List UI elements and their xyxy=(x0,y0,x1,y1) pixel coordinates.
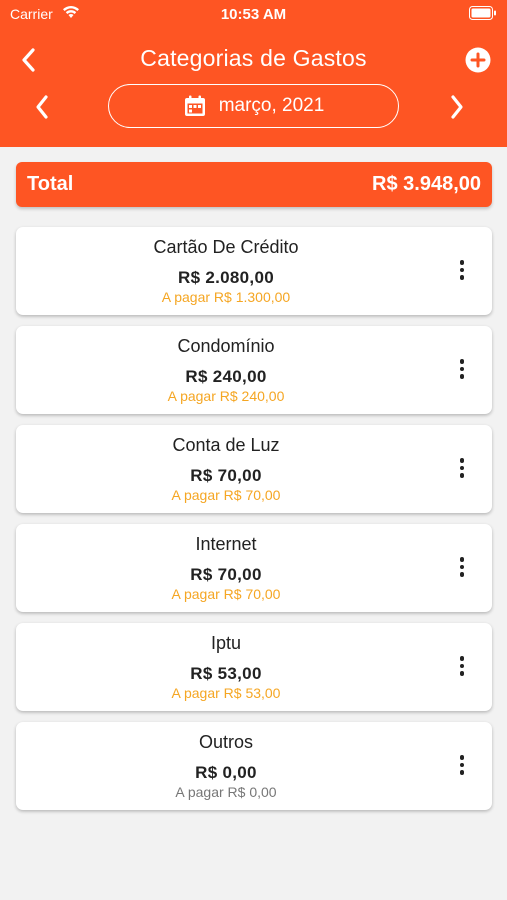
category-amount: R$ 53,00 xyxy=(190,664,262,683)
category-name: Iptu xyxy=(210,633,242,653)
dot-icon xyxy=(459,564,465,569)
dot-icon xyxy=(459,275,465,280)
category-name: Internet xyxy=(195,534,257,554)
more-options-button[interactable] xyxy=(458,557,466,579)
dot-icon xyxy=(459,557,465,562)
previous-month-button[interactable] xyxy=(28,92,56,122)
category-pending: A pagar R$ 70,00 xyxy=(171,586,281,602)
category-pending: A pagar R$ 0,00 xyxy=(175,784,277,800)
dot-icon xyxy=(459,572,465,577)
category-name: Condomínio xyxy=(177,336,275,356)
category-card[interactable]: Conta de Luz R$ 70,00 A pagar R$ 70,00 xyxy=(16,425,492,513)
more-options-button[interactable] xyxy=(458,656,466,678)
app-header: Carrier 10:53 AM Categorias de Gastos ma… xyxy=(0,0,507,147)
category-pending: A pagar R$ 1.300,00 xyxy=(161,289,291,305)
category-pending: A pagar R$ 53,00 xyxy=(171,685,281,701)
category-name: Conta de Luz xyxy=(172,435,280,455)
dot-icon xyxy=(459,755,465,760)
category-name: Outros xyxy=(198,732,254,752)
dot-icon xyxy=(459,671,465,676)
category-card[interactable]: Internet R$ 70,00 A pagar R$ 70,00 xyxy=(16,524,492,612)
dot-icon xyxy=(459,260,465,265)
dot-icon xyxy=(459,473,465,478)
category-amount: R$ 2.080,00 xyxy=(178,268,274,287)
dot-icon xyxy=(459,770,465,775)
more-options-button[interactable] xyxy=(458,755,466,777)
dot-icon xyxy=(459,656,465,661)
category-card[interactable]: Condomínio R$ 240,00 A pagar R$ 240,00 xyxy=(16,326,492,414)
more-options-button[interactable] xyxy=(458,260,466,282)
month-label: março, 2021 xyxy=(218,95,325,116)
category-card[interactable]: Cartão De Crédito R$ 2.080,00 A pagar R$… xyxy=(16,227,492,315)
calendar-icon xyxy=(184,95,205,116)
dot-icon xyxy=(459,458,465,463)
dot-icon xyxy=(459,267,465,272)
dot-icon xyxy=(459,465,465,470)
dot-icon xyxy=(459,762,465,767)
category-pending: A pagar R$ 70,00 xyxy=(171,487,281,503)
battery-icon xyxy=(469,6,496,20)
more-options-button[interactable] xyxy=(458,458,466,480)
dot-icon xyxy=(459,359,465,364)
month-selector[interactable]: março, 2021 xyxy=(108,84,399,128)
page-title: Categorias de Gastos xyxy=(140,45,367,71)
dot-icon xyxy=(459,374,465,379)
category-card[interactable]: Iptu R$ 53,00 A pagar R$ 53,00 xyxy=(16,623,492,711)
next-month-button[interactable] xyxy=(443,92,471,122)
chevron-left-icon xyxy=(36,95,48,119)
clock: 10:53 AM xyxy=(220,6,287,23)
category-card[interactable]: Outros R$ 0,00 A pagar R$ 0,00 xyxy=(16,722,492,810)
more-options-button[interactable] xyxy=(458,359,466,381)
chevron-left-icon xyxy=(22,48,35,72)
category-name: Cartão De Crédito xyxy=(153,237,299,257)
category-amount: R$ 70,00 xyxy=(190,565,262,584)
category-amount: R$ 70,00 xyxy=(190,466,262,485)
dot-icon xyxy=(459,663,465,668)
back-button[interactable] xyxy=(14,44,42,76)
chevron-right-icon xyxy=(451,95,463,119)
category-amount: R$ 0,00 xyxy=(195,763,257,782)
total-label: Total xyxy=(27,173,74,195)
total-value: R$ 3.948,00 xyxy=(372,173,481,195)
status-bar: Carrier 10:53 AM xyxy=(0,0,507,30)
total-summary: Total R$ 3.948,00 xyxy=(16,162,492,207)
category-pending: A pagar R$ 240,00 xyxy=(167,388,285,404)
dot-icon xyxy=(459,366,465,371)
add-category-button[interactable] xyxy=(464,46,492,74)
category-amount: R$ 240,00 xyxy=(185,367,267,386)
